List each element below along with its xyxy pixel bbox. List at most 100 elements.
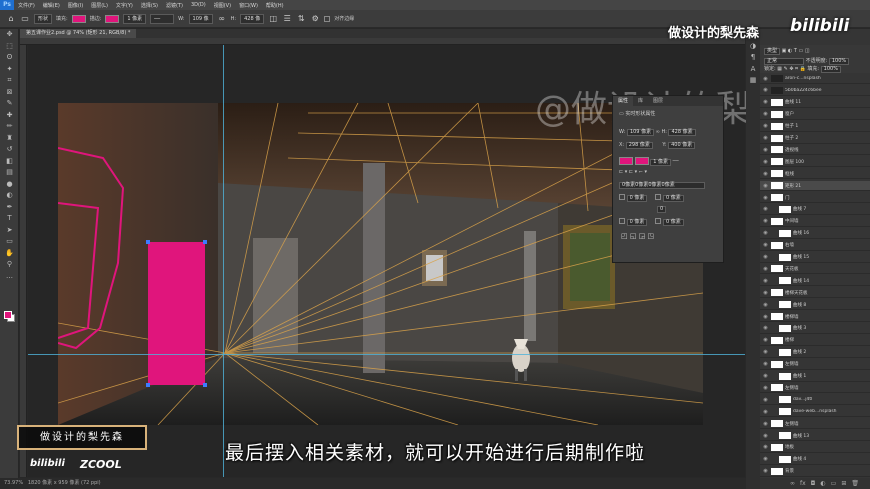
visibility-eye-icon[interactable]: ◉ [762,421,769,427]
layer-name[interactable]: 中间墙 [785,218,799,224]
visibility-eye-icon[interactable]: ◉ [762,349,769,355]
stroke-style-select[interactable]: ── [150,13,175,24]
radius-corner-icon-4[interactable] [655,218,662,224]
visibility-eye-icon[interactable]: ◉ [762,99,769,105]
layer-name[interactable]: 左侧墙 [785,421,799,427]
prop-x-input[interactable]: 298 像素 [625,142,653,149]
fill-swatch[interactable] [71,14,86,23]
layer-name[interactable]: 柱子 2 [785,135,798,141]
visibility-eye-icon[interactable]: ◉ [762,76,769,82]
layer-row[interactable]: ◉ 楼梯 [760,336,870,346]
menu-view[interactable]: 视图(V) [210,2,235,9]
visibility-eye-icon[interactable]: ◉ [762,218,769,224]
rectangle-icon[interactable]: ▭ [0,236,19,248]
group-icon[interactable]: ▭ [831,480,837,487]
layer-name[interactable]: 图层 100 [785,159,804,165]
layer-name[interactable]: 左侧墙 [785,385,799,391]
layer-name[interactable]: 左侧墙 [785,361,799,367]
layer-row[interactable]: ◉ 柱子 1 [760,122,870,132]
prop-width-input[interactable]: 109 像素 [626,129,655,136]
visibility-eye-icon[interactable]: ◉ [762,337,769,343]
visibility-eye-icon[interactable]: ◉ [762,195,769,201]
layer-row[interactable]: ◉ 图层 100 [760,157,870,168]
caps-icon[interactable]: ⊏ ▾ [629,169,639,175]
prop-stroke-swatch[interactable] [634,157,649,165]
visibility-eye-icon[interactable]: ◉ [762,361,769,367]
layer-row[interactable]: ◉ 曲线 7 [760,205,870,215]
paragraph-icon[interactable]: ¶ [746,52,760,64]
mask-icon[interactable]: ◘ [811,480,816,487]
horizontal-ruler[interactable] [20,38,745,45]
visibility-eye-icon[interactable]: ◉ [762,87,769,93]
visibility-eye-icon[interactable]: ◉ [762,171,769,177]
layer-name[interactable]: 框线 [785,171,794,177]
visibility-eye-icon[interactable]: ◉ [762,266,769,272]
visibility-eye-icon[interactable]: ◉ [762,254,769,260]
menu-edit[interactable]: 编辑(E) [39,2,64,9]
radius-corner-icon-1[interactable] [619,194,625,200]
visibility-eye-icon[interactable]: ◉ [762,147,769,153]
visibility-eye-icon[interactable]: ◉ [762,230,769,236]
menu-select[interactable]: 选择(S) [137,2,162,9]
subtract-icon[interactable]: ◱ [630,232,639,240]
visibility-eye-icon[interactable]: ◉ [762,373,769,379]
delete-layer-icon[interactable]: 🗑 [851,480,859,487]
path-ops-icon[interactable]: ◫ [268,14,278,24]
layer-name[interactable]: 曲线 11 [785,99,801,105]
rectangle-tool-icon[interactable]: ▭ [20,14,30,24]
layer-row[interactable]: ◉ 右墙 [760,241,870,251]
layer-row[interactable]: ◉ aron-c...nsplash [760,74,870,84]
history-brush-icon[interactable]: ↺ [0,144,19,156]
layer-name[interactable]: 曲线 2 [793,349,806,355]
layer-row[interactable]: ◉ 楼梯天花板 [760,288,870,299]
layer-row[interactable]: ◉ 左侧墙 [760,383,870,394]
visibility-eye-icon[interactable]: ◉ [762,183,769,189]
layer-name[interactable]: 曲线 14 [793,278,809,284]
gradient-icon[interactable]: ▤ [0,167,19,179]
radius-corner-icon-3[interactable] [619,218,625,224]
layer-row[interactable]: ◉ 曲线 15 [760,253,870,263]
eyedropper-icon[interactable]: ✎ [0,98,19,110]
path-select-icon[interactable]: ➤ [0,225,19,237]
layer-name[interactable]: 窗户 [785,111,794,117]
layer-row[interactable]: ◉ dave-web...nsplash [760,407,870,418]
layer-row[interactable]: ◉ 左侧墙 [760,419,870,430]
layer-row[interactable]: ◉ 曲线 16 [760,229,870,239]
tab-properties[interactable]: 属性 [613,96,634,106]
prop-radius-all[interactable]: 0像素0像素0像素0像素 [619,182,705,189]
layer-name[interactable]: 曲线 3 [793,325,806,331]
link-layers-icon[interactable]: ∞ [790,480,795,487]
layer-name[interactable]: 5b0ba224c6bee [785,88,822,93]
layer-kind-select[interactable]: 类型 [764,48,781,55]
opacity-input[interactable]: 100% [828,58,850,65]
link-icon[interactable]: ∞ [217,14,227,24]
menu-3d[interactable]: 3D(D) [187,2,210,8]
layer-row[interactable]: ◉ 矩形 21 [760,181,870,192]
zoom-icon[interactable]: ⚲ [0,259,19,271]
layer-row[interactable]: ◉ 背景 [760,467,870,477]
prop-stroke-width[interactable]: 1 像素 [650,158,671,166]
layer-name[interactable]: 矩形 21 [785,183,801,189]
layer-name[interactable]: dav...j4tI [793,397,812,402]
tab-libraries[interactable]: 库 [633,96,648,106]
combine-icon[interactable]: ◰ [621,232,630,240]
menu-window[interactable]: 窗口(W) [235,2,262,9]
layer-name[interactable]: 曲线 7 [793,206,806,212]
layer-name[interactable]: dave-web...nsplash [793,409,837,414]
layer-row[interactable]: ◉ 曲线 8 [760,300,870,311]
visibility-eye-icon[interactable]: ◉ [762,290,769,296]
brush-icon[interactable]: ✏ [0,121,19,133]
width-input[interactable]: 109 像 [188,13,213,24]
foreground-color-swatch[interactable] [4,311,12,319]
visibility-eye-icon[interactable]: ◉ [762,206,769,212]
marquee-icon[interactable]: ⬚ [0,41,19,53]
gear-icon[interactable]: ⚙ [310,14,320,24]
fill-opacity-input[interactable]: 100% [820,66,841,73]
layer-name[interactable]: 曲线 1 [793,373,806,379]
crop-icon[interactable]: ⌗ [0,75,19,87]
prop-radius-b[interactable]: 0 像素 [662,194,684,202]
align-icon[interactable]: ☰ [282,14,292,24]
layer-row[interactable]: ◉ 透视线 [760,145,870,156]
frame-icon[interactable]: ⊠ [0,87,19,99]
visibility-eye-icon[interactable]: ◉ [762,397,769,403]
